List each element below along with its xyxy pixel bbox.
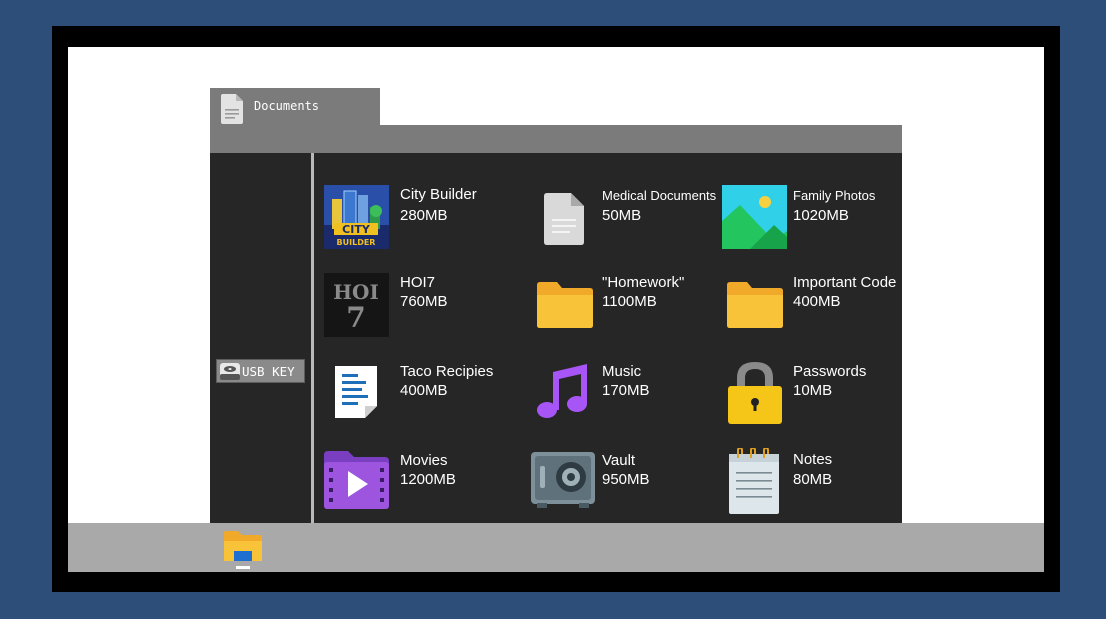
file-name: Notes [793, 451, 833, 468]
file-item-vault[interactable]: Vault 950MB [531, 451, 730, 517]
sidebar-divider [311, 153, 314, 523]
notepad-icon [729, 446, 781, 519]
music-note-icon [537, 364, 589, 423]
file-size: 400MB [793, 293, 841, 310]
file-name: "Homework" [602, 274, 685, 291]
file-size: 1200MB [400, 471, 456, 488]
file-size: 280MB [400, 207, 448, 224]
svg-text:BUILDER: BUILDER [337, 238, 376, 247]
file-size: 950MB [602, 471, 650, 488]
window-title-bar[interactable] [210, 125, 902, 153]
folder-icon [727, 282, 783, 333]
file-item-medical-documents[interactable]: Medical Documents 50MB [540, 185, 730, 251]
drive-icon [220, 363, 240, 385]
file-explorer-window: USB KEY CITY BUILDER City Builder 280MB … [210, 153, 902, 523]
file-size: 760MB [400, 293, 448, 310]
file-name: City Builder [400, 186, 477, 203]
file-name: Taco Recipies [400, 363, 494, 380]
image-icon [722, 185, 787, 254]
file-item-family-photos[interactable]: Family Photos 1020MB [722, 185, 902, 251]
hoi7-icon: HOI 7 [324, 273, 389, 342]
file-name: Vault [602, 452, 636, 469]
file-size: 170MB [602, 382, 650, 399]
file-item-passwords[interactable]: Passwords 10MB [722, 362, 902, 428]
file-size: 10MB [793, 382, 833, 399]
file-name: Music [602, 363, 642, 380]
file-name: Passwords [793, 363, 867, 380]
file-name: Movies [400, 452, 448, 469]
file-name: Medical Documents [602, 188, 717, 203]
file-size: 400MB [400, 382, 448, 399]
file-name: Family Photos [793, 188, 876, 203]
padlock-icon [728, 358, 782, 429]
svg-text:7: 7 [346, 301, 365, 334]
document-icon [221, 94, 243, 129]
usb-key-label: USB KEY [242, 364, 295, 379]
file-item-hoi7[interactable]: HOI 7 HOI7 760MB [324, 273, 514, 339]
file-item-movies[interactable]: Movies 1200MB [324, 451, 514, 517]
file-size: 1020MB [793, 207, 849, 224]
desktop-screen: Documents USB KEY CITY BUILDER City Buil… [68, 47, 1044, 572]
taskbar [68, 523, 1044, 572]
file-item-city-builder[interactable]: CITY BUILDER City Builder 280MB [324, 185, 514, 251]
safe-icon [531, 452, 595, 513]
text-file-icon [335, 366, 377, 423]
file-size: 80MB [793, 471, 833, 488]
document-icon [544, 193, 584, 250]
svg-text:CITY: CITY [342, 223, 371, 236]
city-builder-icon: CITY BUILDER [324, 185, 389, 254]
window-tab[interactable]: Documents [210, 88, 380, 126]
file-item-notes[interactable]: Notes 80MB [722, 446, 902, 519]
file-explorer-taskbar-icon[interactable] [222, 527, 264, 571]
window-title: Documents [254, 99, 320, 113]
video-folder-icon [324, 451, 389, 514]
file-item-homework[interactable]: "Homework" 1100MB [537, 273, 730, 339]
folder-icon [537, 282, 593, 333]
file-item-music[interactable]: Music 170MB [537, 362, 730, 428]
file-size: 50MB [602, 207, 642, 224]
file-name: HOI7 [400, 274, 436, 291]
file-item-taco-recipies[interactable]: Taco Recipies 400MB [324, 362, 514, 428]
file-size: 1100MB [602, 293, 657, 310]
sidebar-item-usb-key[interactable]: USB KEY [216, 359, 305, 383]
file-item-important-code[interactable]: Important Code 400MB [722, 273, 902, 339]
file-name: Important Code [793, 274, 897, 291]
